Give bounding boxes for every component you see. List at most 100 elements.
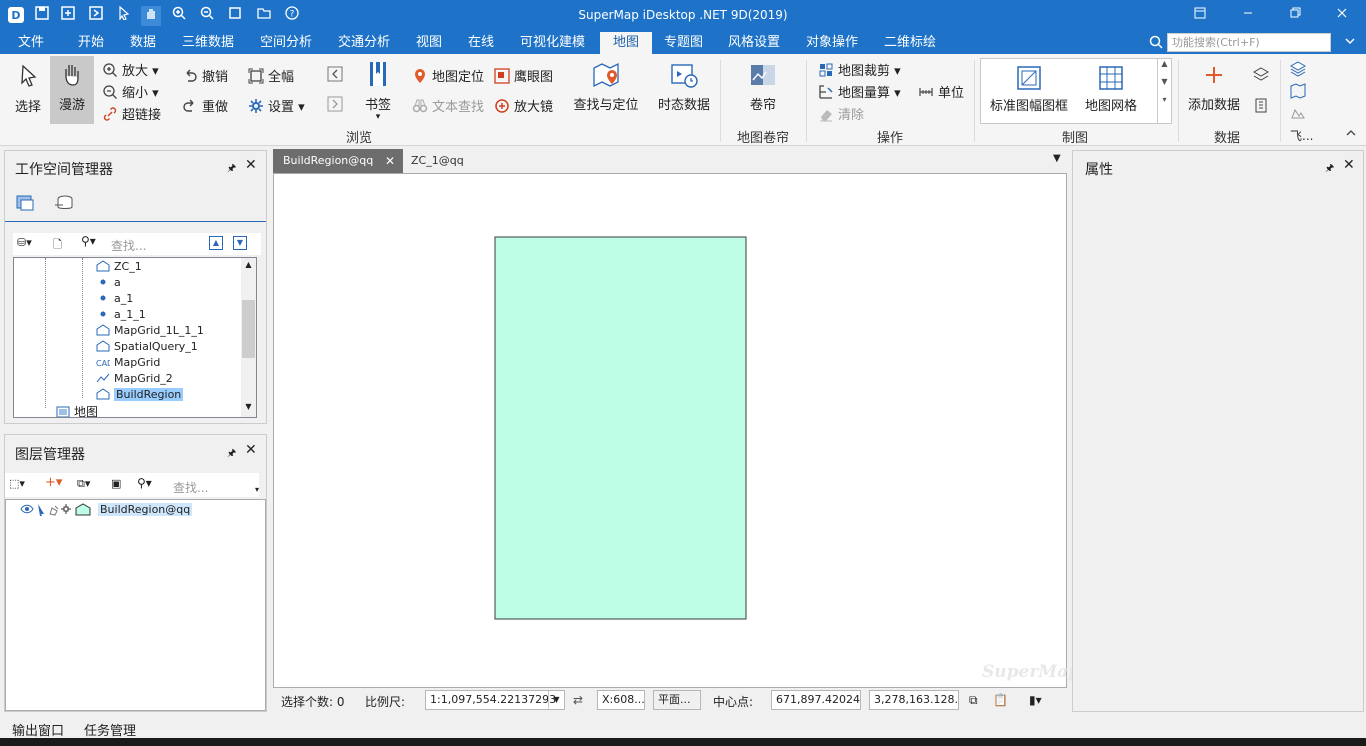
layer-props-icon[interactable]: ▣	[111, 477, 121, 490]
layer-item-buildregion[interactable]: BuildRegion@qq	[20, 502, 193, 516]
tab-map[interactable]: 地图	[600, 32, 652, 54]
pin-icon[interactable]: 🖈	[227, 446, 236, 463]
tree-item-a11[interactable]: a_1_1	[96, 308, 146, 321]
layer-search-dropdown-icon[interactable]: ⚲▾	[137, 476, 152, 490]
ribbon-collapse-icon[interactable]	[1343, 34, 1361, 52]
layers-icon[interactable]	[1289, 60, 1307, 81]
restore-layout-icon[interactable]	[1188, 6, 1212, 26]
panel-close-icon[interactable]: ✕	[1343, 157, 1355, 173]
search-up-icon[interactable]: ▲	[209, 236, 223, 250]
clear-button[interactable]: 清除	[818, 104, 864, 123]
search-dropdown-icon[interactable]: ⚲▾	[81, 234, 96, 248]
select-button[interactable]: 选择	[8, 62, 48, 115]
building-icon[interactable]	[1252, 96, 1270, 117]
tab-view[interactable]: 视图	[408, 32, 450, 54]
pin-icon[interactable]: 🖈	[227, 161, 236, 178]
task-manager-tab[interactable]: 任务管理	[84, 720, 136, 739]
center-y-field[interactable]: 3,278,163.128...	[869, 690, 959, 710]
tree-item-a[interactable]: a	[96, 276, 121, 289]
search-down-icon[interactable]: ▼	[233, 236, 247, 250]
layers-stack-icon[interactable]	[1252, 66, 1270, 87]
gallery-scroll[interactable]: ▲ ▼ ▾	[1157, 59, 1171, 123]
tab-start[interactable]: 开始	[70, 32, 112, 54]
workspace-search-input[interactable]: 查找...	[111, 237, 146, 254]
pan-button[interactable]: 漫游	[50, 56, 94, 124]
maximize-icon[interactable]	[1283, 6, 1307, 26]
undo-button[interactable]: 撤销	[182, 66, 228, 85]
layer-group-icon[interactable]: ⧉▾	[77, 477, 90, 491]
zoom-out-button[interactable]: 缩小 ▾	[102, 82, 159, 101]
open-workspace-icon[interactable]: ⛁▾	[17, 236, 32, 249]
panel-close-icon[interactable]: ✕	[245, 157, 257, 173]
map-book-icon[interactable]	[1289, 82, 1307, 103]
workspace-scrollbar[interactable]: ▲ ▼	[241, 258, 256, 417]
eagle-eye-button[interactable]: 鹰眼图	[494, 66, 553, 85]
magnifier-button[interactable]: 放大镜	[494, 96, 553, 115]
map-grid-button[interactable]: 地图网格	[1079, 65, 1143, 114]
settings-button[interactable]: 设置 ▾	[248, 96, 305, 115]
coord-x-field[interactable]: X:608...	[597, 690, 645, 710]
tab-file[interactable]: 文件	[10, 32, 52, 54]
pin-icon[interactable]: 🖈	[1325, 161, 1334, 178]
function-search-input[interactable]: 功能搜索(Ctrl+F)	[1167, 33, 1331, 52]
tab-plotting[interactable]: 二维标绘	[876, 32, 944, 54]
tree-item-spatialquery[interactable]: SpatialQuery_1	[96, 340, 198, 353]
map-locate-button[interactable]: 地图定位	[412, 66, 484, 85]
redo-button[interactable]: 重做	[182, 96, 228, 115]
zoom-in-button[interactable]: 放大 ▾	[102, 60, 159, 79]
scene-icon[interactable]	[1289, 104, 1307, 125]
map-measure-button[interactable]: 地图量算 ▾	[818, 82, 901, 101]
tab-online[interactable]: 在线	[460, 32, 502, 54]
add-layer-icon[interactable]: +▾	[45, 475, 62, 490]
paste-icon[interactable]: 📋	[993, 693, 1008, 707]
tab-3d-data[interactable]: 三维数据	[174, 32, 242, 54]
workspace-tree-icon[interactable]	[15, 193, 35, 216]
tree-item-mapgrid-1l[interactable]: MapGrid_1L_1_1	[96, 324, 204, 337]
minimize-icon[interactable]	[1236, 6, 1260, 26]
tab-data[interactable]: 数据	[122, 32, 164, 54]
text-search-button[interactable]: 文本查找	[412, 96, 484, 115]
close-icon[interactable]	[1330, 6, 1354, 26]
tree-item-mapgrid2[interactable]: MapGrid_2	[96, 372, 173, 385]
tab-visual-modeling[interactable]: 可视化建模	[512, 32, 593, 54]
std-frame-button[interactable]: 标准图幅图框	[985, 65, 1073, 114]
tree-item-buildregion[interactable]: BuildRegion	[96, 388, 184, 401]
doc-tab-close-icon[interactable]: ✕	[385, 149, 395, 173]
document-icon[interactable]: 🗋	[53, 236, 62, 255]
map-clip-button[interactable]: 地图裁剪 ▾	[818, 60, 901, 79]
tree-item-a1[interactable]: a_1	[96, 292, 133, 305]
temporal-data-button[interactable]: 时态数据	[652, 60, 716, 113]
map-view[interactable]: SuperMap	[273, 173, 1080, 688]
doc-tab-buildregion[interactable]: BuildRegion@qq ✕	[273, 149, 403, 173]
output-window-tab[interactable]: 输出窗口	[12, 720, 64, 739]
bookmark-button[interactable]: 书签 ▾	[360, 60, 396, 122]
nav-forward-icon[interactable]	[327, 96, 343, 115]
doc-tab-zc1[interactable]: ZC_1@qq	[411, 149, 464, 173]
tree-item-mapgrid[interactable]: CADMapGrid	[96, 356, 160, 369]
tab-thematic[interactable]: 专题图	[656, 32, 711, 54]
layer-toolbar-overflow-icon[interactable]: ▾	[255, 485, 259, 494]
collapse-ribbon-icon[interactable]	[1344, 126, 1358, 143]
copy-icon[interactable]: ⧉	[969, 693, 978, 708]
bookmark-status-icon[interactable]: ▮▾	[1029, 693, 1042, 707]
tab-spatial-analysis[interactable]: 空间分析	[252, 32, 320, 54]
swap-icon[interactable]: ⇄	[573, 693, 583, 707]
build-region-polygon[interactable]	[494, 236, 747, 620]
database-icon[interactable]	[53, 193, 75, 216]
coord-system-button[interactable]: 平面...	[653, 690, 701, 710]
unit-button[interactable]: 单位	[918, 82, 964, 101]
tab-object-ops[interactable]: 对象操作	[798, 32, 866, 54]
find-and-locate-button[interactable]: 查找与定位	[568, 60, 644, 113]
doc-tabs-dropdown-icon[interactable]: ▼	[1053, 153, 1061, 164]
layer-style-icon[interactable]: ⬚▾	[9, 477, 25, 490]
nav-back-icon[interactable]	[327, 66, 343, 85]
swipe-button[interactable]: 卷帘	[738, 60, 788, 113]
tab-style[interactable]: 风格设置	[720, 32, 788, 54]
tab-traffic-analysis[interactable]: 交通分析	[330, 32, 398, 54]
full-extent-button[interactable]: 全幅	[248, 66, 294, 85]
add-data-button[interactable]: 添加数据	[1186, 60, 1242, 113]
panel-close-icon[interactable]: ✕	[245, 442, 257, 458]
tree-item-zc1[interactable]: ZC_1	[96, 260, 142, 273]
layer-search-input[interactable]: 查找...	[173, 479, 208, 496]
hyperlink-button[interactable]: 超链接	[102, 104, 161, 123]
